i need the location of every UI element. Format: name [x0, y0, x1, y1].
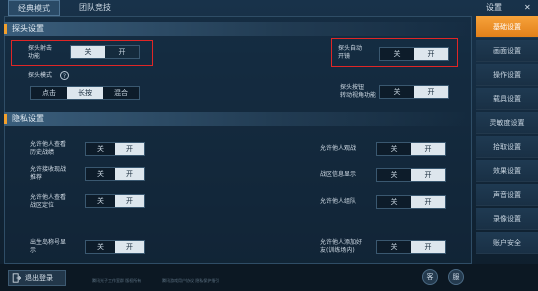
privacy-spectate-label: 允许他人观战 — [320, 145, 356, 153]
sidebar-item-effects[interactable]: 效果设置 — [476, 160, 538, 182]
support-icon-glyph: 服 — [452, 273, 460, 281]
peek-mode-selector: 点击 长按 混合 — [30, 86, 140, 100]
privacy-friend-label: 允许他人添加好 友(训练场内) — [320, 239, 362, 255]
sidebar-item-controls[interactable]: 操作设置 — [476, 64, 538, 86]
privacy-invite-line1: 允许他人组队 — [320, 198, 357, 205]
close-icon[interactable]: ✕ — [524, 0, 531, 16]
privacy-invite-on[interactable]: 开 — [411, 196, 445, 208]
agreement-text: 腾讯游戏用户协议 隐私保护指引 — [162, 278, 220, 283]
privacy-title-line2: 示 — [30, 247, 37, 254]
bottom-bar: 退出登录 客 服 — [0, 264, 538, 291]
privacy-location-line1: 允许他人查看 — [30, 194, 67, 201]
privacy-zone-label: 战区信息显示 — [320, 171, 356, 179]
privacy-friend-off[interactable]: 关 — [377, 241, 411, 253]
privacy-location-line2: 战区定位 — [30, 202, 55, 209]
section-peek-title: 探头设置 — [12, 24, 44, 33]
privacy-location-label: 允许他人查看 战区定位 — [30, 194, 66, 210]
privacy-history-off[interactable]: 关 — [86, 143, 115, 155]
privacy-history-line2: 历史战绩 — [30, 149, 55, 156]
service-icon-glyph: 客 — [426, 273, 434, 281]
sidebar-item-vehicle[interactable]: 载具设置 — [476, 88, 538, 110]
privacy-zone-line1: 战区信息显示 — [320, 171, 357, 178]
sidebar-item-sensitivity[interactable]: 灵敏度设置 — [476, 112, 538, 134]
logout-button[interactable]: 退出登录 — [8, 270, 66, 286]
privacy-recommend-off[interactable]: 关 — [86, 168, 115, 180]
section-privacy-header: 隐私设置 — [4, 112, 472, 126]
highlight-box-fire — [11, 40, 153, 66]
peek-mode-hold[interactable]: 长按 — [67, 87, 103, 99]
section-accent — [4, 114, 7, 124]
privacy-spectate-off[interactable]: 关 — [377, 143, 411, 155]
privacy-title-off[interactable]: 关 — [86, 241, 115, 253]
service-icon[interactable]: 客 — [422, 269, 438, 285]
peek-mode-mixed[interactable]: 混合 — [103, 87, 139, 99]
privacy-friend-on[interactable]: 开 — [411, 241, 445, 253]
mode-tabs: 经典模式 团队竞技 — [0, 0, 470, 16]
privacy-location-toggle: 关 开 — [85, 194, 145, 208]
privacy-title-label: 出生岛称号显 示 — [30, 239, 66, 255]
sidebar-item-replay[interactable]: 录像设置 — [476, 208, 538, 230]
privacy-recommend-line2: 推荐 — [30, 174, 43, 181]
section-privacy-title: 隐私设置 — [12, 114, 44, 123]
tab-team[interactable]: 团队竞技 — [70, 0, 120, 16]
section-peek-header: 探头设置 — [4, 22, 472, 36]
peek-button-label-line1: 探头按钮 — [340, 84, 365, 91]
sidebar-item-basic[interactable]: 基础设置 — [476, 16, 538, 38]
section-accent — [4, 24, 7, 34]
settings-title: 设置 — [486, 3, 502, 12]
privacy-recommend-on[interactable]: 开 — [115, 168, 144, 180]
peek-mode-tap[interactable]: 点击 — [31, 87, 67, 99]
privacy-zone-on[interactable]: 开 — [411, 169, 445, 181]
sidebar-item-account[interactable]: 账户安全 — [476, 232, 538, 254]
privacy-spectate-on[interactable]: 开 — [411, 143, 445, 155]
privacy-zone-toggle: 关 开 — [376, 168, 446, 182]
copyright-text: 腾讯光子工作室群 版权所有 — [92, 278, 142, 283]
privacy-recommend-label: 允许接收现战 推荐 — [30, 166, 66, 182]
tab-classic[interactable]: 经典模式 — [8, 0, 60, 16]
highlight-box-auto — [331, 38, 458, 67]
sidebar-item-sound[interactable]: 声音设置 — [476, 184, 538, 206]
privacy-history-toggle: 关 开 — [85, 142, 145, 156]
settings-sidebar: 基础设置 画面设置 操作设置 载具设置 灵敏度设置 拾取设置 效果设置 声音设置… — [476, 16, 538, 264]
peek-button-toggle: 关 开 — [379, 85, 449, 99]
privacy-friend-line2: 友(训练场内) — [320, 247, 355, 254]
privacy-title-toggle: 关 开 — [85, 240, 145, 254]
privacy-title-on[interactable]: 开 — [115, 241, 144, 253]
privacy-spectate-toggle: 关 开 — [376, 142, 446, 156]
privacy-invite-off[interactable]: 关 — [377, 196, 411, 208]
privacy-friend-line1: 允许他人添加好 — [320, 239, 363, 246]
help-icon[interactable]: ? — [60, 71, 69, 80]
sidebar-item-pickup[interactable]: 拾取设置 — [476, 136, 538, 158]
peek-mode-label: 探头模式 — [28, 72, 53, 79]
logout-icon — [12, 273, 21, 283]
privacy-recommend-line1: 允许接收现战 — [30, 166, 67, 173]
privacy-location-on[interactable]: 开 — [115, 195, 144, 207]
privacy-recommend-toggle: 关 开 — [85, 167, 145, 181]
privacy-history-line1: 允许他人查看 — [30, 141, 67, 148]
logout-label: 退出登录 — [25, 274, 53, 282]
privacy-spectate-line1: 允许他人观战 — [320, 145, 357, 152]
privacy-friend-toggle: 关 开 — [376, 240, 446, 254]
peek-button-label-line2: 转动视角功能 — [340, 92, 377, 99]
support-icon[interactable]: 服 — [448, 269, 464, 285]
settings-header: 设置 ✕ — [476, 0, 538, 16]
peek-button-off[interactable]: 关 — [380, 86, 414, 98]
privacy-invite-label: 允许他人组队 — [320, 198, 356, 206]
privacy-history-label: 允许他人查看 历史战绩 — [30, 141, 66, 157]
sidebar-item-graphics[interactable]: 画面设置 — [476, 40, 538, 62]
privacy-title-line1: 出生岛称号显 — [30, 239, 67, 246]
peek-button-label: 探头按钮 转动视角功能 — [340, 84, 376, 100]
privacy-zone-off[interactable]: 关 — [377, 169, 411, 181]
privacy-history-on[interactable]: 开 — [115, 143, 144, 155]
settings-screen: 经典模式 团队竞技 探头设置 探头射击 功能 关 开 探头自动 开镜 关 开 探… — [0, 0, 538, 291]
peek-button-on[interactable]: 开 — [414, 86, 448, 98]
privacy-invite-toggle: 关 开 — [376, 195, 446, 209]
privacy-location-off[interactable]: 关 — [86, 195, 115, 207]
